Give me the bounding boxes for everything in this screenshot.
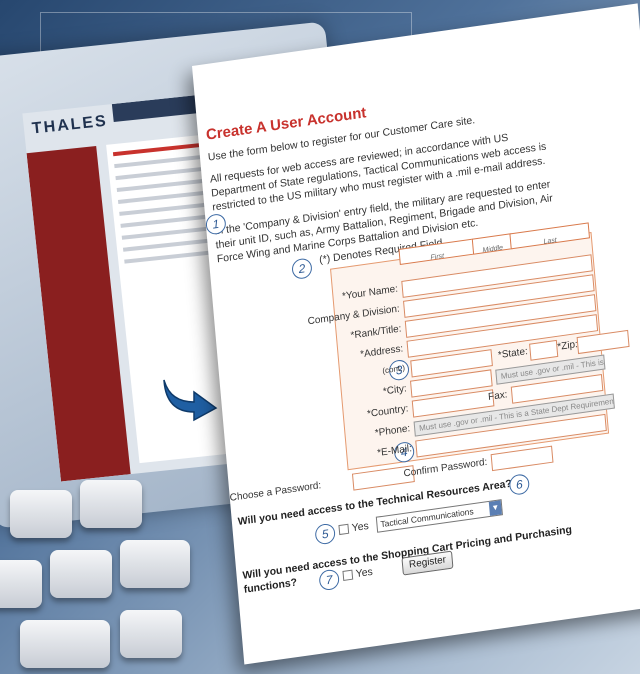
yes-label: Yes <box>351 519 370 535</box>
keyboard-key <box>50 550 112 598</box>
password-label: Choose a Password: <box>229 480 322 504</box>
keyboard-key <box>0 560 42 608</box>
checkbox-icon <box>338 523 350 536</box>
shop-yes-checkbox[interactable]: Yes <box>342 566 373 582</box>
callout-5: 5 <box>314 522 336 546</box>
dropdown-value: Tactical Communications <box>380 506 474 530</box>
chevron-down-icon: ▼ <box>488 500 502 516</box>
yes-label: Yes <box>355 565 374 581</box>
checkbox-icon <box>342 569 354 582</box>
keyboard-key <box>20 620 110 668</box>
keyboard-key <box>120 610 182 658</box>
callout-6: 6 <box>508 473 531 496</box>
thales-logo: THALES <box>31 112 109 138</box>
curved-arrow-icon <box>163 379 218 422</box>
form-document: Create A User Account Use the form below… <box>192 3 640 665</box>
callout-7: 7 <box>318 568 340 592</box>
keyboard-key <box>80 480 142 528</box>
tech-yes-checkbox[interactable]: Yes <box>338 520 369 536</box>
keyboard-key <box>120 540 190 588</box>
keyboard-key <box>10 490 72 538</box>
callout-2: 2 <box>291 257 313 281</box>
confirm-password-input[interactable] <box>490 445 554 472</box>
